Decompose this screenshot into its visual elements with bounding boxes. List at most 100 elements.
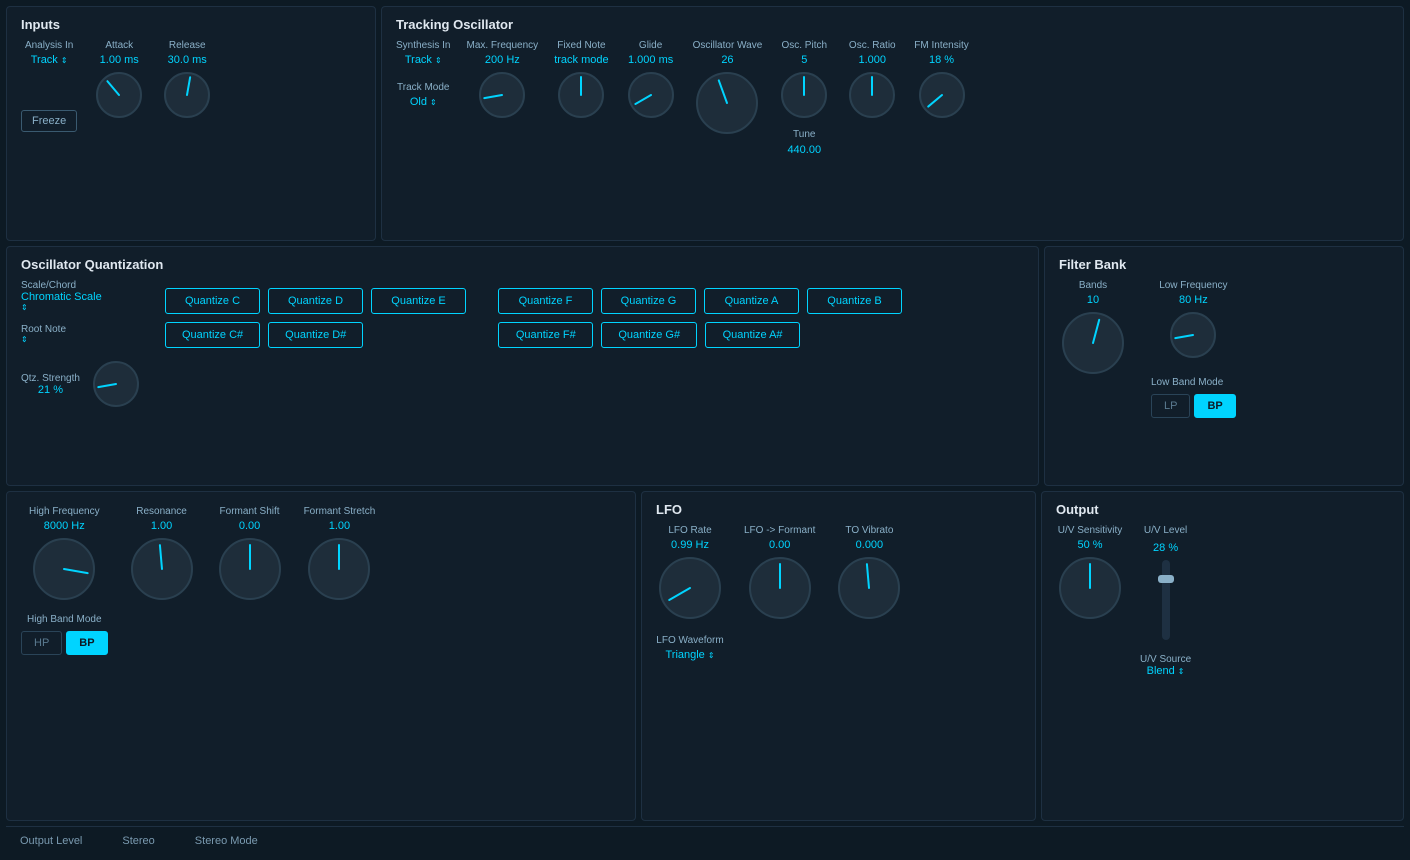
- max-freq-label: Max. Frequency: [466, 40, 538, 51]
- lfo-rate-group: LFO Rate 0.99 Hz LFO Waveform Triangle ⇕: [656, 525, 724, 661]
- fm-intensity-group: FM Intensity 18 %: [914, 40, 968, 121]
- uv-level-slider[interactable]: [1162, 560, 1170, 640]
- osc-pitch-knob[interactable]: [778, 69, 830, 121]
- lp-button[interactable]: LP: [1151, 394, 1190, 418]
- analysis-in-group: Analysis In Track ⇕ Freeze: [21, 40, 77, 132]
- bands-group: Bands 10: [1059, 280, 1127, 377]
- filter-bank-title: Filter Bank: [1059, 257, 1389, 272]
- osc-ratio-knob[interactable]: [846, 69, 898, 121]
- low-freq-group: Low Frequency 80 Hz: [1151, 280, 1236, 361]
- fixed-note-knob[interactable]: [555, 69, 607, 121]
- quantize-csharp-button[interactable]: Quantize C#: [165, 322, 260, 348]
- quantize-fsharp-button[interactable]: Quantize F#: [498, 322, 593, 348]
- quantize-c-button[interactable]: Quantize C: [165, 288, 260, 314]
- quantize-g-button[interactable]: Quantize G: [601, 288, 696, 314]
- bp-button[interactable]: BP: [1194, 394, 1235, 418]
- uv-level-thumb: [1158, 575, 1174, 583]
- max-freq-value: 200 Hz: [485, 54, 520, 66]
- tune-label: Tune: [793, 129, 815, 140]
- glide-group: Glide 1.000 ms: [625, 40, 677, 121]
- lfo-formant-label: LFO -> Formant: [744, 525, 815, 536]
- fm-intensity-knob[interactable]: [916, 69, 968, 121]
- lfo-rate-label: LFO Rate: [668, 525, 711, 536]
- stereo-mode-label: Stereo Mode: [195, 835, 258, 847]
- low-freq-knob[interactable]: [1167, 309, 1219, 361]
- quantize-asharp-button[interactable]: Quantize A#: [705, 322, 800, 348]
- lfo-section: LFO LFO Rate 0.99 Hz LFO Waveform: [641, 491, 1036, 821]
- resonance-knob[interactable]: [128, 535, 196, 603]
- inputs-title: Inputs: [21, 17, 361, 32]
- filter-bottom-section: High Frequency 8000 Hz High Band Mode HP…: [6, 491, 636, 821]
- osc-ratio-value: 1.000: [859, 54, 887, 66]
- to-vibrato-knob[interactable]: [835, 554, 903, 622]
- release-label: Release: [169, 40, 206, 51]
- filter-bank-section: Filter Bank Bands 10: [1044, 246, 1404, 486]
- to-vibrato-value: 0.000: [856, 539, 884, 551]
- to-vibrato-group: TO Vibrato 0.000: [835, 525, 903, 622]
- fm-intensity-label: FM Intensity: [914, 40, 968, 51]
- release-knob[interactable]: [161, 69, 213, 121]
- quantize-d-button[interactable]: Quantize D: [268, 288, 363, 314]
- bands-knob[interactable]: [1059, 309, 1127, 377]
- quantize-a-button[interactable]: Quantize A: [704, 288, 799, 314]
- quantize-b-button[interactable]: Quantize B: [807, 288, 902, 314]
- release-group: Release 30.0 ms: [161, 40, 213, 121]
- formant-stretch-knob[interactable]: [305, 535, 373, 603]
- tracking-title: Tracking Oscillator: [396, 17, 1389, 32]
- uv-source-label: U/V Source: [1140, 654, 1191, 665]
- osc-pitch-value: 5: [801, 54, 807, 66]
- qtz-strength-group: Qtz. Strength 21 %: [21, 358, 151, 410]
- root-note-group: Root Note ⇕: [21, 324, 151, 344]
- uv-sensitivity-knob[interactable]: [1056, 554, 1124, 622]
- track-mode-dropdown[interactable]: Old ⇕: [410, 96, 437, 108]
- freeze-button[interactable]: Freeze: [21, 110, 77, 132]
- qtz-strength-knob[interactable]: [90, 358, 142, 410]
- low-freq-label: Low Frequency: [1159, 280, 1227, 291]
- low-freq-value: 80 Hz: [1179, 294, 1208, 306]
- synthesis-in-dropdown[interactable]: Track ⇕: [405, 54, 442, 66]
- track-mode-label: Track Mode: [397, 82, 449, 93]
- bands-label: Bands: [1079, 280, 1107, 291]
- lfo-waveform-dropdown[interactable]: Triangle ⇕: [665, 649, 714, 661]
- max-freq-knob[interactable]: [476, 69, 528, 121]
- resonance-label: Resonance: [136, 506, 187, 517]
- low-band-mode-buttons: LP BP: [1151, 394, 1236, 418]
- glide-label: Glide: [639, 40, 662, 51]
- formant-shift-knob[interactable]: [216, 535, 284, 603]
- quantize-row-2: Quantize C# Quantize D# Quantize F# Quan…: [165, 322, 902, 348]
- lfo-formant-knob[interactable]: [746, 554, 814, 622]
- lfo-rate-knob[interactable]: [656, 554, 724, 622]
- lfo-rate-value: 0.99 Hz: [671, 539, 709, 551]
- formant-shift-value: 0.00: [239, 520, 260, 532]
- high-freq-knob[interactable]: [30, 535, 98, 603]
- to-vibrato-label: TO Vibrato: [845, 525, 893, 536]
- root-note-arrow[interactable]: ⇕: [21, 335, 151, 344]
- glide-knob[interactable]: [625, 69, 677, 121]
- hp-button[interactable]: HP: [21, 631, 62, 655]
- inputs-section: Inputs Analysis In Track ⇕ Freeze Attack…: [6, 6, 376, 241]
- osc-ratio-label: Osc. Ratio: [849, 40, 896, 51]
- output-title: Output: [1056, 502, 1389, 517]
- lfo-formant-group: LFO -> Formant 0.00: [744, 525, 815, 622]
- quantize-dsharp-button[interactable]: Quantize D#: [268, 322, 363, 348]
- lfo-formant-value: 0.00: [769, 539, 790, 551]
- high-freq-label: High Frequency: [29, 506, 100, 517]
- uv-source-arrow: ⇕: [1178, 667, 1185, 676]
- analysis-in-dropdown[interactable]: Track ⇕: [31, 54, 68, 66]
- quantize-e-button[interactable]: Quantize E: [371, 288, 466, 314]
- formant-shift-group: Formant Shift 0.00: [216, 506, 284, 603]
- uv-source-group: U/V Source Blend ⇕: [1140, 654, 1191, 677]
- bp2-button[interactable]: BP: [66, 631, 107, 655]
- osc-ratio-group: Osc. Ratio 1.000: [846, 40, 898, 121]
- track-mode-arrow: ⇕: [430, 98, 437, 107]
- synthesis-in-arrow: ⇕: [435, 56, 442, 65]
- quantize-f-button[interactable]: Quantize F: [498, 288, 593, 314]
- attack-knob[interactable]: [93, 69, 145, 121]
- osc-wave-knob[interactable]: [693, 69, 761, 137]
- scale-chord-arrow[interactable]: ⇕: [21, 303, 151, 312]
- uv-source-dropdown[interactable]: Blend ⇕: [1140, 665, 1191, 677]
- quantize-gsharp-button[interactable]: Quantize G#: [601, 322, 697, 348]
- synthesis-in-group: Synthesis In Track ⇕: [396, 40, 450, 66]
- scale-chord-value[interactable]: Chromatic Scale: [21, 291, 151, 303]
- fixed-note-label: Fixed Note: [557, 40, 605, 51]
